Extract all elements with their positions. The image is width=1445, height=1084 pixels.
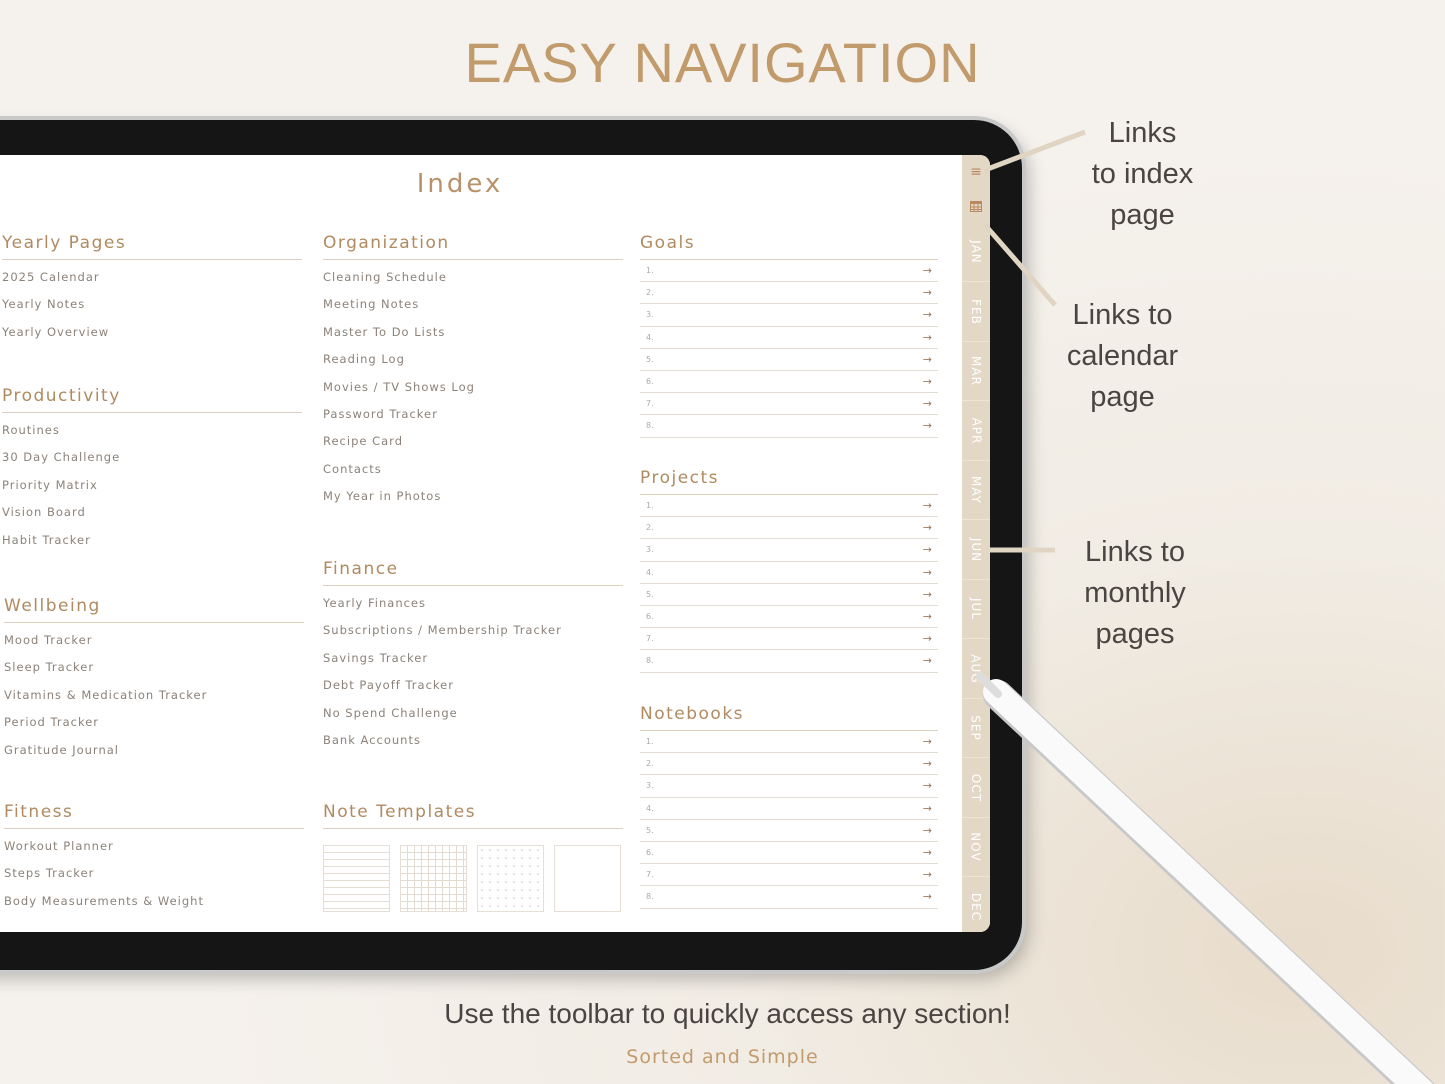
brand-name: Sorted and Simple [626,1046,819,1068]
annotation-index: Links to index page [1091,117,1194,231]
tagline: Use the toolbar to quickly access any se… [444,998,1011,1029]
annotation-monthly: Links to monthly pages [1084,536,1186,650]
annotation-calendar: Links to calendar page [1066,299,1179,413]
calendar-pointer [983,223,1057,307]
annotation-lines [976,129,1435,1084]
